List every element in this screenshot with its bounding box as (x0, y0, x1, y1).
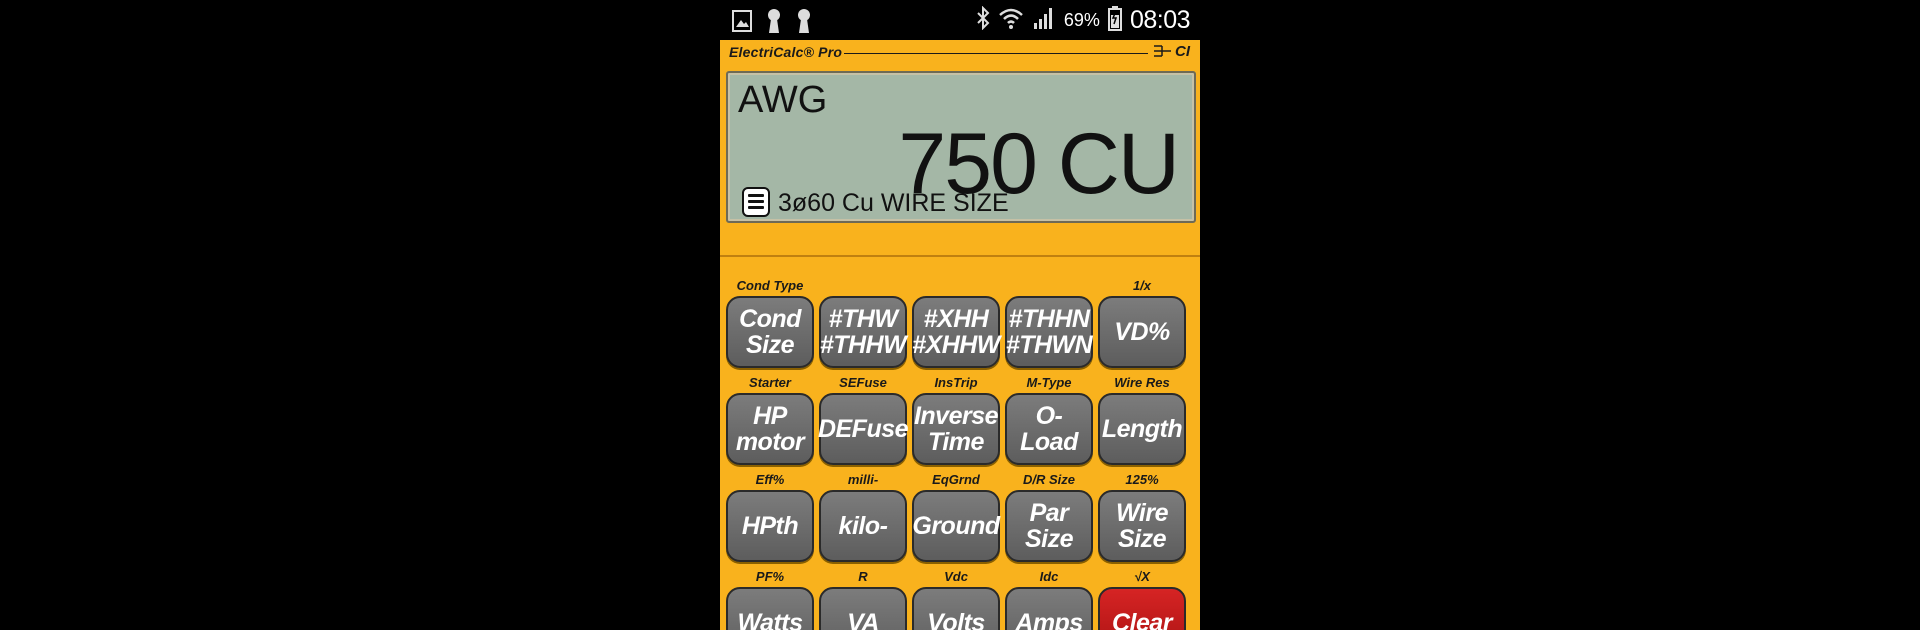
key-amps[interactable]: Amps (1005, 587, 1093, 630)
key-cond-size[interactable]: Cond Size (726, 296, 814, 368)
bluetooth-icon (976, 5, 990, 35)
key-wire-size[interactable]: Wire Size (1098, 490, 1186, 562)
key-label: #THW #THHW (819, 305, 907, 359)
key-ground[interactable]: Ground (912, 490, 1000, 562)
shift-label-amps: Idc (1039, 569, 1059, 584)
shift-label-par-size: D/R Size (1022, 472, 1075, 487)
signal-icon (1032, 6, 1056, 35)
key-label: Ground (912, 512, 1000, 540)
key-xhh-xhhw[interactable]: #XHH #XHHW (912, 296, 1000, 368)
key-label: Amps (1015, 609, 1083, 630)
shift-label-va: R (858, 569, 868, 584)
shift-label-hpth: Eff% (755, 472, 785, 487)
key-label: Length (1101, 415, 1183, 443)
status-bar: 69% 08:03 (720, 0, 1200, 40)
menu-icon[interactable] (742, 187, 770, 217)
key-va[interactable]: VA (819, 587, 907, 630)
key-label: Clear (1111, 609, 1173, 630)
key-label: Par Size (1024, 499, 1074, 553)
key-label: #THHN #THWN (1005, 305, 1093, 359)
app-title-bar: ElectriCalc® Pro CI (720, 40, 1200, 64)
key-length[interactable]: Length (1098, 393, 1186, 465)
key-thhn-thwn[interactable]: #THHN #THWN (1005, 296, 1093, 368)
key-watts[interactable]: Watts (726, 587, 814, 630)
shift-label-kilo: milli- (847, 472, 879, 487)
shift-label-volts: Vdc (944, 569, 968, 584)
calculator-app: ElectriCalc® Pro CI AWG 750 CU 3ø60 Cu W… (720, 40, 1200, 630)
brand-logo: CI (1175, 43, 1190, 60)
keyhole-icon (796, 8, 812, 39)
key-label: VA (847, 609, 879, 630)
key-clear[interactable]: Clear (1098, 587, 1186, 630)
key-label: Wire Size (1116, 499, 1168, 553)
clock: 08:03 (1129, 6, 1191, 34)
key-kilo[interactable]: kilo- (819, 490, 907, 562)
keyhole-icon (766, 8, 782, 39)
key-volts[interactable]: Volts (912, 587, 1000, 630)
battery-percent: 69% (1063, 10, 1100, 30)
shift-label-watts: PF% (755, 569, 785, 584)
key-thw-thhw[interactable]: #THW #THHW (819, 296, 907, 368)
key-label: Inverse Time (913, 402, 999, 456)
key-par-size[interactable]: Par Size (1005, 490, 1093, 562)
key-hpth[interactable]: HPth (726, 490, 814, 562)
key-label: Watts (737, 609, 803, 630)
key-label: Cond Size (739, 305, 801, 359)
key-label: HPth (741, 512, 799, 540)
key-hp-motor[interactable]: HP motor (726, 393, 814, 465)
shift-label-wire-size: 125% (1125, 472, 1159, 487)
shift-label-inverse-time: InsTrip (934, 375, 978, 390)
key-label: HP motor (735, 402, 805, 456)
brand-rule (844, 53, 1148, 54)
key-defuse[interactable]: DEFuse (817, 393, 909, 465)
key-o-load[interactable]: O-Load (1005, 393, 1093, 465)
battery-icon (1107, 5, 1122, 36)
shift-label-o-load: M-Type (1026, 375, 1072, 390)
key-label: DEFuse (817, 415, 909, 443)
shift-label-clear: √X (1134, 569, 1150, 584)
key-label: O-Load (1020, 402, 1078, 456)
key-label: VD% (1114, 318, 1170, 346)
phone-screen: 69% 08:03 ElectriCalc® Pro CI AWG 750 CU… (720, 0, 1200, 630)
gallery-icon (732, 10, 752, 37)
lcd-display: AWG 750 CU 3ø60 Cu WIRE SIZE (726, 71, 1196, 223)
shift-label-ground: EqGrnd (932, 472, 980, 487)
shift-label-defuse: SEFuse (839, 375, 887, 390)
display-unit: AWG (738, 79, 828, 121)
key-label: #XHH #XHHW (912, 305, 1000, 359)
key-vd[interactable]: VD% (1098, 296, 1186, 368)
wifi-icon (998, 6, 1024, 35)
key-label: kilo- (838, 512, 888, 540)
circuit-logo-icon (1152, 43, 1172, 66)
brand-name: ElectriCalc® Pro (729, 44, 843, 60)
shift-label-vd: 1/x (1132, 278, 1152, 293)
shift-label-length: Wire Res (1114, 375, 1170, 390)
key-inverse-time[interactable]: Inverse Time (912, 393, 1000, 465)
display-status: 3ø60 Cu WIRE SIZE (778, 189, 1009, 217)
shift-label-hp-motor: Starter (749, 375, 791, 390)
keypad-divider (720, 255, 1200, 257)
key-label: Volts (927, 609, 985, 630)
shift-label-cond-size: Cond Type (736, 278, 804, 293)
